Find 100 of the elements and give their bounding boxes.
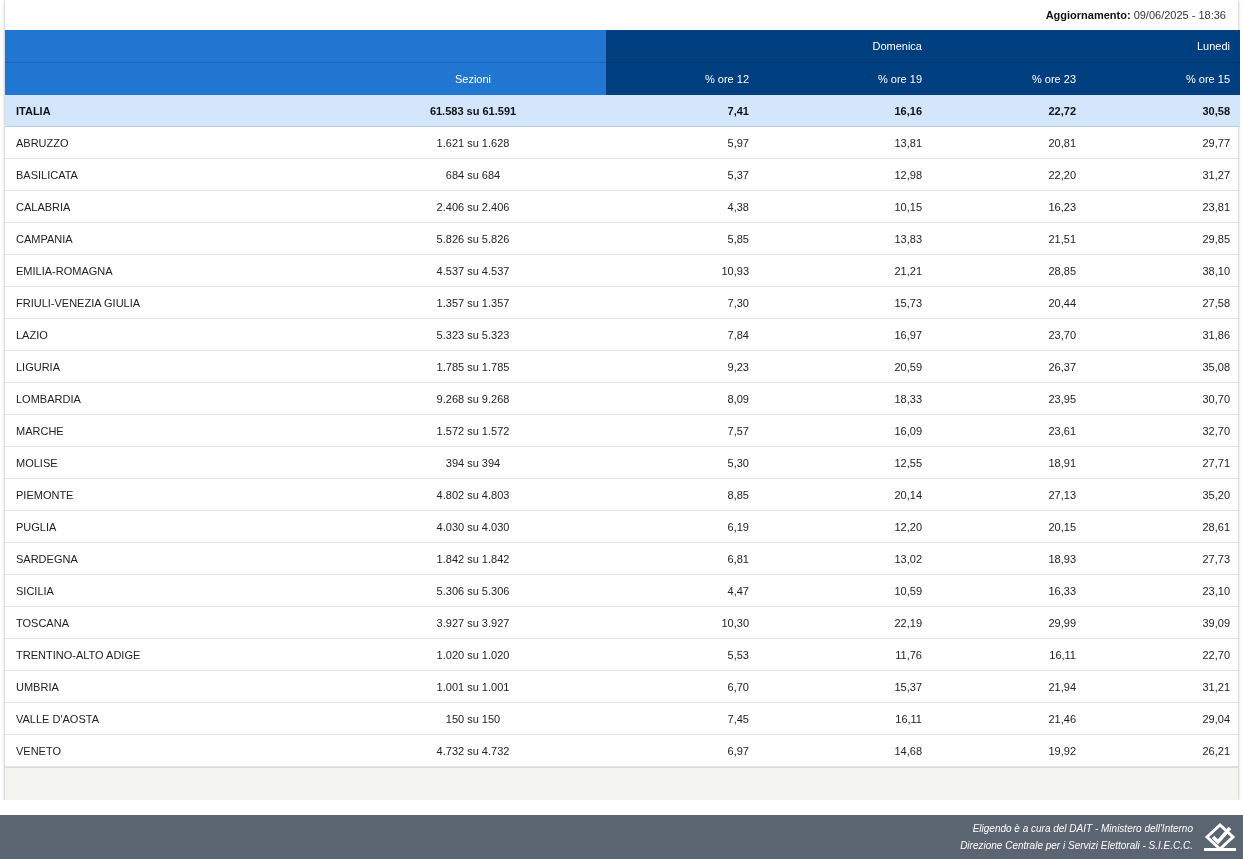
column-header: % ore 19 [877,73,922,85]
region-name: EMILIA-ROMAGNA [16,264,113,277]
turnout-value: 38,10 [1202,264,1230,277]
turnout-value: 27,13 [1048,488,1076,501]
column-group-header: Domenica [872,40,922,52]
turnout-value: 23,70 [1048,328,1076,341]
turnout-value: 12,20 [894,520,922,533]
turnout-value: 18,91 [1048,456,1076,469]
turnout-value: 21,46 [1048,712,1076,725]
turnout-value: 20,81 [1048,136,1076,149]
column-group-header: Lunedi [1196,40,1230,52]
turnout-value: 21,51 [1048,232,1076,245]
turnout-value: 7,45 [727,712,749,725]
sections-count: 2.406 su 2.406 [436,200,510,213]
sections-count: 4.732 su 4.732 [436,744,510,757]
turnout-value: 16,23 [1048,200,1076,213]
ballot-check-icon [1203,822,1237,852]
region-name: TOSCANA [16,616,69,629]
column-header: Sezioni [454,73,492,85]
turnout-value: 10,59 [894,584,922,597]
turnout-value: 7,41 [727,104,749,117]
turnout-value: 26,21 [1202,744,1230,757]
turnout-value: 31,86 [1202,328,1230,341]
turnout-value: 22,70 [1202,648,1230,661]
region-name: MARCHE [16,424,64,437]
turnout-value: 18,33 [894,392,922,405]
turnout-value: 30,58 [1202,104,1230,117]
region-name: BASILICATA [16,168,78,181]
turnout-value: 13,81 [894,136,922,149]
turnout-value: 16,09 [894,424,922,437]
turnout-value: 20,14 [894,488,922,501]
footer-credit-line: Direzione Centrale per i Servizi Elettorali - S.I.E.C.C. [960,839,1193,853]
turnout-value: 26,37 [1048,360,1076,373]
turnout-value: 8,85 [727,488,749,501]
sections-count: 5.323 su 5.323 [436,328,510,341]
region-name: TRENTINO-ALTO ADIGE [16,648,141,661]
sections-count: 684 su 684 [445,168,501,181]
sections-count: 3.927 su 3.927 [436,616,510,629]
update-timestamp: Aggiornamento: 09/06/2025 - 18:36 [1045,9,1226,21]
region-name: VALLE D'AOSTA [16,712,99,725]
turnout-value: 23,10 [1202,584,1230,597]
turnout-value: 6,70 [727,680,749,693]
turnout-value: 23,95 [1048,392,1076,405]
sections-count: 1.357 su 1.357 [436,296,510,309]
region-name: VENETO [16,744,62,757]
turnout-value: 28,61 [1202,520,1230,533]
region-name: FRIULI-VENEZIA GIULIA [16,296,141,309]
turnout-value: 15,37 [894,680,922,693]
turnout-value: 16,97 [894,328,922,341]
sections-count: 4.537 su 4.537 [436,264,510,277]
region-name: UMBRIA [16,680,59,693]
turnout-value: 6,19 [727,520,749,533]
turnout-value: 21,94 [1048,680,1076,693]
column-header: % ore 23 [1031,73,1076,85]
sections-count: 1.020 su 1.020 [436,648,510,661]
turnout-value: 9,23 [727,360,749,373]
turnout-value: 22,19 [894,616,922,629]
region-name: ABRUZZO [16,136,69,149]
turnout-value: 16,33 [1048,584,1076,597]
turnout-value: 6,97 [727,744,749,757]
turnout-value: 27,73 [1202,552,1230,565]
sections-count: 394 su 394 [445,456,501,469]
turnout-value: 29,77 [1202,136,1230,149]
total-label: ITALIA [16,104,51,117]
turnout-value: 13,83 [894,232,922,245]
region-name: SICILIA [16,584,54,597]
turnout-value: 18,93 [1048,552,1076,565]
turnout-value: 30,70 [1202,392,1230,405]
turnout-value: 19,92 [1048,744,1076,757]
turnout-value: 32,70 [1202,424,1230,437]
sections-count: 5.306 su 5.306 [436,584,510,597]
turnout-value: 35,08 [1202,360,1230,373]
turnout-value: 20,44 [1048,296,1076,309]
region-name: LIGURIA [16,360,60,373]
turnout-value: 28,85 [1048,264,1076,277]
sections-count: 1.842 su 1.842 [436,552,510,565]
turnout-value: 27,71 [1202,456,1230,469]
region-name: PUGLIA [16,520,57,533]
turnout-value: 7,30 [727,296,749,309]
turnout-value: 5,97 [727,136,749,149]
turnout-value: 13,02 [894,552,922,565]
turnout-value: 21,21 [894,264,922,277]
turnout-value: 12,55 [894,456,922,469]
region-name: SARDEGNA [16,552,78,565]
turnout-value: 29,99 [1048,616,1076,629]
turnout-value: 5,30 [727,456,749,469]
sections-count: 5.826 su 5.826 [436,232,510,245]
region-name: CALABRIA [16,200,71,213]
turnout-value: 31,21 [1202,680,1230,693]
region-name: PIEMONTE [16,488,74,501]
turnout-value: 8,09 [727,392,749,405]
turnout-value: 4,47 [727,584,749,597]
turnout-value: 7,57 [727,424,749,437]
turnout-value: 22,72 [1048,104,1076,117]
turnout-value: 16,16 [894,104,922,117]
turnout-value: 20,15 [1048,520,1076,533]
turnout-value: 10,93 [721,264,749,277]
sections-count: 150 su 150 [445,712,501,725]
turnout-value: 11,76 [895,648,922,661]
turnout-value: 23,81 [1202,200,1230,213]
